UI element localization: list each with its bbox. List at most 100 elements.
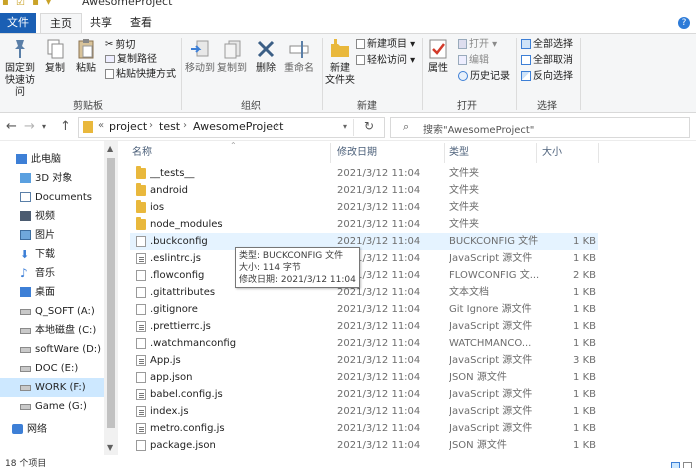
scrollbar-thumb[interactable] [107,158,115,428]
refresh-icon[interactable]: ↻ [364,119,374,133]
column-header-modified[interactable]: 修改日期 [337,141,437,165]
pin-quick-access-button[interactable]: 固定到 快速访问 [2,38,38,99]
navigation-pane-scrollbar[interactable]: ▲ ▼ [104,141,118,455]
new-folder-button[interactable]: 新建 文件夹 [324,38,356,87]
edit-button[interactable]: 编辑 [458,54,489,68]
nav-item[interactable]: 网络 [0,420,118,439]
details-view-icon[interactable] [671,462,680,468]
paste-shortcut-button[interactable]: 粘贴快捷方式 [105,68,176,82]
forward-arrow-icon[interactable]: → [24,119,35,134]
column-divider[interactable] [330,143,331,163]
nav-item[interactable]: 3D 对象 [0,169,118,188]
nav-item[interactable]: Game (G:) [0,397,118,416]
history-button[interactable]: 历史记录 [458,70,510,84]
nav-item-label: 图片 [35,230,55,241]
move-to-button[interactable]: 移动到 [184,38,216,75]
column-divider[interactable] [598,143,599,163]
file-row[interactable]: .gitignore 2021/3/12 11:04 Git Ignore 源文件 1… [130,301,598,318]
open-button[interactable]: 打开 ▾ [458,38,497,52]
copy-to-button[interactable]: 复制到 [216,38,248,75]
group-divider [322,38,323,110]
file-row[interactable]: .prettierrc.js 2021/3/12 11:04 JavaScript … [130,318,598,335]
file-row[interactable]: android 2021/3/12 11:04 文件夹 [130,182,598,199]
column-header-name[interactable]: 名称 [132,141,332,165]
nav-item[interactable]: 桌面 [0,283,118,302]
paste-button[interactable]: 粘贴 [72,38,100,75]
delete-button[interactable]: 删除 [252,38,280,75]
drive-icon [20,385,31,391]
file-row[interactable]: .buckconfig 2021/3/12 11:04 BUCKCONFIG 文件 1… [130,233,598,250]
file-type: WATCHMANCO... [449,338,532,349]
file-row[interactable]: package.json 2021/3/12 11:04 JSON 源文件 1 KB [130,437,598,454]
file-row[interactable]: .eslintrc.js 2021/3/12 11:04 JavaScript 源文… [130,250,598,267]
select-none-button[interactable]: 全部取消 [521,54,573,68]
quick-access-toolbar-icons[interactable]: ▪ ☑ ▪ ▾ [2,0,53,8]
file-row[interactable]: app.json 2021/3/12 11:04 JSON 源文件 1 KB [130,369,598,386]
file-row[interactable]: index.js 2021/3/12 11:04 JavaScript 源文件 1 K… [130,403,598,420]
column-divider[interactable] [536,143,537,163]
file-size: 1 KB [573,406,596,417]
rename-button[interactable]: 重命名 [282,38,316,75]
file-row[interactable]: node_modules 2021/3/12 11:04 文件夹 [130,216,598,233]
scroll-up-arrow-icon[interactable]: ▲ [107,144,113,153]
file-row[interactable]: .gitattributes 2021/3/12 11:04 文本文档 1 KB [130,284,598,301]
file-size: 1 KB [573,440,596,451]
file-row[interactable]: babel.config.js 2021/3/12 11:04 JavaScript… [130,386,598,403]
copy-path-button[interactable]: 复制路径 [105,53,157,67]
nav-item[interactable]: Q_SOFT (A:) [0,302,118,321]
easy-access-button[interactable]: 轻松访问 ▾ [356,54,415,68]
nav-item[interactable]: softWare (D:) [0,340,118,359]
address-box[interactable]: « project › test › AwesomeProject › ▾ ↻ [78,117,385,138]
nav-item[interactable]: ♪ 音乐 [0,264,118,283]
tab-view[interactable]: 查看 [122,13,160,33]
recent-locations-chevron-icon[interactable]: ▾ [42,122,46,131]
file-row[interactable]: .flowconfig 2021/3/12 11:04 FLOWCONFIG 文..… [130,267,598,284]
file-row[interactable]: .watchmanconfig 2021/3/12 11:04 WATCHMANCO… [130,335,598,352]
column-divider[interactable] [444,143,445,163]
back-arrow-icon[interactable]: ← [6,119,17,134]
file-row[interactable]: metro.config.js 2021/3/12 11:04 JavaScript… [130,420,598,437]
search-input[interactable]: ⌕ 搜索"AwesomeProject" [390,117,690,138]
nav-item[interactable]: 此电脑 [0,150,118,169]
breadcrumb-overflow[interactable]: « [98,120,104,131]
copy-button[interactable]: 复制 [42,38,68,75]
address-dropdown-chevron-icon[interactable]: ▾ [343,122,347,131]
file-row[interactable]: ios 2021/3/12 11:04 文件夹 [130,199,598,216]
nav-item[interactable]: Documents [0,188,118,207]
tab-share[interactable]: 共享 [84,13,118,33]
ribbon-tabs: 文件 主页 共享 查看 ? [0,13,696,34]
breadcrumb-separator-icon[interactable]: › [183,120,187,131]
help-icon[interactable]: ? [678,17,690,29]
new-group-label: 新建 [357,101,377,112]
large-icons-view-icon[interactable] [683,462,692,468]
file-row[interactable]: __tests__ 2021/3/12 11:04 文件夹 [130,165,598,182]
breadcrumb-separator-icon[interactable]: › [149,120,153,131]
invert-selection-button[interactable]: 反向选择 [521,70,573,84]
breadcrumb-test[interactable]: test [159,120,180,133]
nav-item[interactable]: DOC (E:) [0,359,118,378]
nav-item[interactable]: 视频 [0,207,118,226]
file-type: 文本文档 [449,287,489,298]
nav-item[interactable]: ⬇ 下载 [0,245,118,264]
column-header-type[interactable]: 类型 [449,141,539,165]
file-size: 1 KB [573,253,596,264]
new-item-button[interactable]: 新建项目 ▾ [356,38,415,52]
open-label: 打开 ▾ [469,39,498,50]
tab-file[interactable]: 文件 [0,13,36,33]
tab-home[interactable]: 主页 [40,13,82,34]
file-modified: 2021/3/12 11:04 [337,372,421,383]
breadcrumb-separator-icon[interactable]: › [275,120,279,131]
cut-button[interactable]: ✂ 剪切 [105,38,135,53]
properties-button[interactable]: 属性 [424,38,452,75]
select-all-button[interactable]: 全部选择 [521,38,573,52]
column-header-size[interactable]: 大小 [542,141,602,165]
nav-item[interactable]: 图片 [0,226,118,245]
up-arrow-icon[interactable]: ↑ [60,119,71,134]
file-row[interactable]: App.js 2021/3/12 11:04 JavaScript 源文件 3 KB [130,352,598,369]
group-divider [181,38,182,110]
scroll-down-arrow-icon[interactable]: ▼ [107,443,113,452]
nav-item[interactable]: 本地磁盘 (C:) [0,321,118,340]
nav-item[interactable]: WORK (F:) [0,378,118,397]
breadcrumb-project[interactable]: project [109,120,147,133]
breadcrumb-awesomeproject[interactable]: AwesomeProject [193,120,283,133]
